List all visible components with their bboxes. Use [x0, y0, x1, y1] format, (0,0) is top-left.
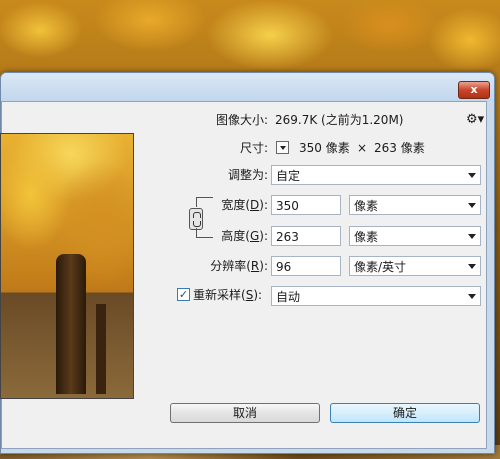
dimensions-height: 263 像素 — [374, 141, 425, 155]
width-input[interactable]: 350 — [271, 195, 341, 215]
resample-label: 重新采样(S): — [193, 284, 268, 306]
preview-tree-trunk-small — [96, 304, 106, 394]
height-label: 高度(G): — [200, 225, 268, 247]
image-size-label: 图像大小: — [215, 113, 268, 127]
constrain-bracket-top — [196, 197, 213, 207]
preview-tree-trunk — [56, 254, 86, 394]
height-input[interactable]: 263 — [271, 226, 341, 246]
resample-checkbox[interactable]: ✓ — [177, 288, 190, 301]
chevron-down-icon — [468, 173, 476, 178]
dimensions-times: × — [357, 141, 368, 155]
fit-to-label: 调整为: — [227, 168, 268, 182]
resolution-label-text: 分辨率( — [210, 259, 251, 273]
resample-label-end: ): — [253, 288, 263, 302]
width-label-end: ): — [259, 198, 268, 212]
resolution-label-end: ): — [259, 259, 268, 273]
dimensions-unit-dropdown[interactable] — [276, 141, 289, 154]
image-preview[interactable] — [0, 133, 134, 399]
fit-to-select[interactable]: 自定 — [271, 165, 481, 185]
resample-select[interactable]: 自动 — [271, 286, 481, 306]
resolution-unit-select[interactable]: 像素/英寸 — [349, 256, 481, 276]
image-size-value: 269.7K (之前为1.20M) — [275, 113, 404, 127]
dialog-titlebar: x — [1, 73, 494, 101]
ok-button[interactable]: 确定 — [330, 403, 480, 423]
chevron-down-icon — [468, 234, 476, 239]
dimensions-label: 尺寸: — [239, 141, 268, 155]
chevron-down-icon — [468, 264, 476, 269]
resolution-label-key: R — [250, 259, 260, 273]
chevron-down-icon — [468, 203, 476, 208]
height-unit-value: 像素 — [354, 230, 379, 244]
fit-to-value: 自定 — [276, 169, 301, 183]
height-label-text: 高度( — [221, 229, 250, 243]
cancel-button[interactable]: 取消 — [170, 403, 320, 423]
resolution-label: 分辨率(R): — [190, 255, 268, 277]
width-label-key: D — [250, 198, 260, 212]
resolution-unit-value: 像素/英寸 — [354, 260, 407, 274]
resample-value: 自动 — [276, 290, 301, 304]
dimensions-width: 350 像素 — [299, 141, 350, 155]
height-unit-select[interactable]: 像素 — [349, 226, 481, 246]
height-label-key: G — [249, 229, 260, 243]
height-label-end: ): — [259, 229, 268, 243]
chevron-down-icon — [280, 146, 286, 150]
resample-label-text: 重新采样( — [193, 288, 246, 302]
width-unit-select[interactable]: 像素 — [349, 195, 481, 215]
close-button[interactable]: x — [458, 81, 490, 99]
gear-icon[interactable]: ⚙▾ — [466, 113, 484, 127]
width-unit-value: 像素 — [354, 199, 379, 213]
resolution-input[interactable]: 96 — [271, 256, 341, 276]
width-label-text: 宽度( — [221, 198, 251, 212]
chevron-down-icon — [468, 294, 476, 299]
